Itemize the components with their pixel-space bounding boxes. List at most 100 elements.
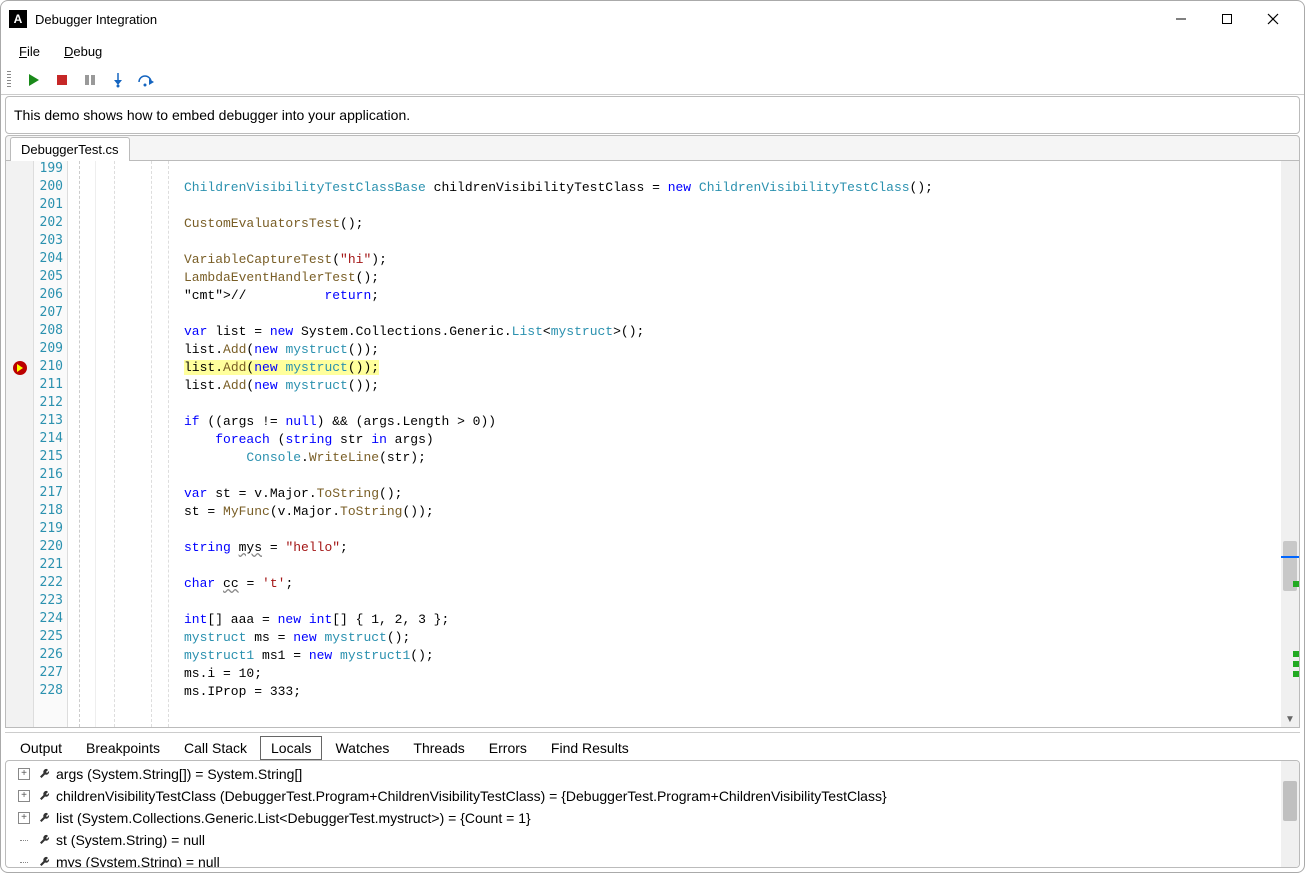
leaf-icon xyxy=(18,856,30,868)
expand-icon[interactable]: + xyxy=(18,812,30,824)
expand-icon[interactable]: + xyxy=(18,790,30,802)
line-number: 218 xyxy=(34,503,63,521)
line-number: 225 xyxy=(34,629,63,647)
scrollbar-change-mark xyxy=(1293,661,1299,667)
locals-list[interactable]: +args (System.String[]) = System.String[… xyxy=(6,761,1299,868)
close-button[interactable] xyxy=(1250,3,1296,35)
locals-text: childrenVisibilityTestClass (DebuggerTes… xyxy=(56,785,887,807)
code-line[interactable]: string mys = "hello"; xyxy=(184,539,1299,557)
wrench-icon xyxy=(38,767,52,781)
locals-scrollbar-thumb[interactable] xyxy=(1283,781,1297,821)
maximize-button[interactable] xyxy=(1204,3,1250,35)
code-line[interactable]: mystruct1 ms1 = new mystruct1(); xyxy=(184,647,1299,665)
line-number: 221 xyxy=(34,557,63,575)
app-icon: A xyxy=(9,10,27,28)
indent-guides xyxy=(96,161,180,727)
code-line[interactable]: Console.WriteLine(str); xyxy=(184,449,1299,467)
code-line[interactable]: char cc = 't'; xyxy=(184,575,1299,593)
code-line[interactable] xyxy=(184,305,1299,323)
tab-locals[interactable]: Locals xyxy=(260,736,322,760)
scrollbar-current-mark xyxy=(1281,556,1299,558)
run-button[interactable] xyxy=(23,69,45,91)
code-line[interactable] xyxy=(184,593,1299,611)
code-editor[interactable]: 1992002012022032042052062072082092102112… xyxy=(5,161,1300,728)
locals-row[interactable]: +args (System.String[]) = System.String[… xyxy=(6,763,1299,785)
minimize-button[interactable] xyxy=(1158,3,1204,35)
code-line[interactable]: var st = v.Major.ToString(); xyxy=(184,485,1299,503)
line-number: 205 xyxy=(34,269,63,287)
code-line[interactable]: LambdaEventHandlerTest(); xyxy=(184,269,1299,287)
main-window: A Debugger Integration File Debug xyxy=(0,0,1305,873)
wrench-icon xyxy=(38,855,52,868)
stop-button[interactable] xyxy=(51,69,73,91)
code-line[interactable]: list.Add(new mystruct()); xyxy=(184,341,1299,359)
window-title: Debugger Integration xyxy=(35,12,1158,27)
code-line[interactable]: list.Add(new mystruct()); xyxy=(184,359,1299,377)
code-line[interactable]: var list = new System.Collections.Generi… xyxy=(184,323,1299,341)
minimize-icon xyxy=(1175,13,1187,25)
locals-panel: +args (System.String[]) = System.String[… xyxy=(5,760,1300,868)
scrollbar-change-mark xyxy=(1293,581,1299,587)
code-line[interactable] xyxy=(184,233,1299,251)
code-line[interactable] xyxy=(184,467,1299,485)
tab-errors[interactable]: Errors xyxy=(478,736,538,760)
tab-call-stack[interactable]: Call Stack xyxy=(173,736,258,760)
close-icon xyxy=(1267,13,1279,25)
line-number: 210 xyxy=(34,359,63,377)
tab-breakpoints[interactable]: Breakpoints xyxy=(75,736,171,760)
expand-icon[interactable]: + xyxy=(18,768,30,780)
tab-watches[interactable]: Watches xyxy=(324,736,400,760)
info-bar: This demo shows how to embed debugger in… xyxy=(5,96,1300,134)
locals-scrollbar[interactable] xyxy=(1281,761,1299,867)
code-line[interactable] xyxy=(184,557,1299,575)
code-line[interactable] xyxy=(184,395,1299,413)
code-line[interactable]: ms.IProp = 333; xyxy=(184,683,1299,701)
code-line[interactable]: VariableCaptureTest("hi"); xyxy=(184,251,1299,269)
code-line[interactable]: list.Add(new mystruct()); xyxy=(184,377,1299,395)
line-number: 204 xyxy=(34,251,63,269)
code-line[interactable]: mystruct ms = new mystruct(); xyxy=(184,629,1299,647)
line-number: 217 xyxy=(34,485,63,503)
line-number-gutter: 1992002012022032042052062072082092102112… xyxy=(34,161,68,727)
menu-debug[interactable]: Debug xyxy=(52,40,114,63)
step-over-button[interactable] xyxy=(135,69,157,91)
locals-text: st (System.String) = null xyxy=(56,829,205,851)
editor-scrollbar[interactable]: ▼ xyxy=(1281,161,1299,727)
wrench-icon xyxy=(38,833,52,847)
tab-output[interactable]: Output xyxy=(9,736,73,760)
breakpoint-gutter[interactable] xyxy=(6,161,34,727)
toolbar-grip xyxy=(7,71,11,89)
step-into-button[interactable] xyxy=(107,69,129,91)
tab-threads[interactable]: Threads xyxy=(402,736,475,760)
current-line-arrow-icon xyxy=(13,361,27,375)
code-line[interactable]: "cmt">// return; xyxy=(184,287,1299,305)
code-line[interactable]: ms.i = 10; xyxy=(184,665,1299,683)
code-area[interactable]: ChildrenVisibilityTestClassBase children… xyxy=(180,161,1299,727)
code-line[interactable]: ChildrenVisibilityTestClassBase children… xyxy=(184,179,1299,197)
locals-row[interactable]: + childrenVisibilityTestClass (DebuggerTe… xyxy=(6,785,1299,807)
code-line[interactable]: CustomEvaluatorsTest(); xyxy=(184,215,1299,233)
tab-file-active[interactable]: DebuggerTest.cs xyxy=(10,137,130,161)
line-number: 200 xyxy=(34,179,63,197)
code-line[interactable]: int[] aaa = new int[] { 1, 2, 3 }; xyxy=(184,611,1299,629)
scrollbar-down-button[interactable]: ▼ xyxy=(1281,711,1299,727)
locals-row[interactable]: +list (System.Collections.Generic.List<D… xyxy=(6,807,1299,829)
pause-button[interactable] xyxy=(79,69,101,91)
locals-text: mys (System.String) = null xyxy=(56,851,220,868)
code-line[interactable]: st = MyFunc(v.Major.ToString()); xyxy=(184,503,1299,521)
line-number: 202 xyxy=(34,215,63,233)
code-line[interactable]: foreach (string str in args) xyxy=(184,431,1299,449)
step-into-icon xyxy=(110,72,126,88)
locals-row[interactable]: mys (System.String) = null xyxy=(6,851,1299,868)
code-line[interactable] xyxy=(184,197,1299,215)
line-number: 206 xyxy=(34,287,63,305)
fold-gutter[interactable] xyxy=(68,161,96,727)
tab-find-results[interactable]: Find Results xyxy=(540,736,640,760)
line-number: 215 xyxy=(34,449,63,467)
locals-row[interactable]: st (System.String) = null xyxy=(6,829,1299,851)
code-line[interactable] xyxy=(184,161,1299,179)
menu-file[interactable]: File xyxy=(7,40,52,63)
code-line[interactable]: if ((args != null) && (args.Length > 0)) xyxy=(184,413,1299,431)
code-line[interactable] xyxy=(184,521,1299,539)
line-number: 199 xyxy=(34,161,63,179)
